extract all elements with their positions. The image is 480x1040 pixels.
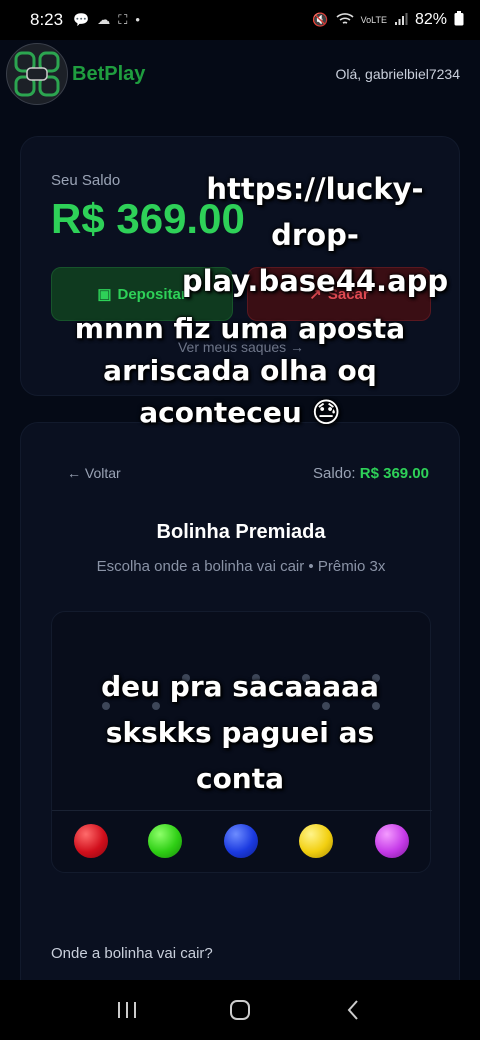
- home-button[interactable]: [220, 990, 260, 1030]
- recent-apps-icon: [117, 1002, 136, 1018]
- url-overlay-text: https://lucky-drop-play.base44.app: [181, 172, 449, 298]
- app-screen: BetPlay Olá, gabrielbiel7234 Seu Saldo R…: [0, 40, 480, 980]
- recent-apps-button[interactable]: [107, 990, 147, 1030]
- back-link[interactable]: ← Voltar: [67, 465, 121, 481]
- dot-icon: •: [135, 12, 140, 27]
- game-title: Bolinha Premiada: [156, 521, 326, 543]
- caption-overlay-top: mnnn fiz uma aposta arriscada olha oq ac…: [74, 312, 406, 429]
- slot-ball-blue: [224, 824, 258, 858]
- cloud-icon: ☁: [97, 12, 111, 27]
- battery-icon: [454, 11, 464, 29]
- battery-level: 82%: [414, 11, 447, 28]
- game-balance: Saldo: R$ 369.00: [313, 465, 429, 482]
- app-header: BetPlay Olá, gabrielbiel7234: [0, 40, 480, 108]
- signal-icon: [394, 12, 408, 29]
- back-button[interactable]: [333, 990, 373, 1030]
- message-icon: 💬: [73, 12, 90, 27]
- game-subtitle: Escolha onde a bolinha vai cair • Prêmio…: [96, 558, 386, 575]
- back-chevron-icon: [347, 1000, 359, 1020]
- gamepad-logo-icon: [14, 51, 60, 97]
- mute-icon: 🔇: [312, 12, 329, 27]
- app-logo[interactable]: [6, 43, 68, 105]
- slot-ball-yellow: [299, 824, 333, 858]
- screenshot-icon: ⛶: [118, 12, 128, 27]
- lte-icon: VoLTE: [360, 14, 387, 25]
- slot-ball-green: [148, 824, 182, 858]
- slot-ball-red: [74, 824, 108, 858]
- game-balance-label: Saldo:: [313, 465, 356, 482]
- status-bar: 8:23 💬 ☁ ⛶ • 🔇 VoLTE 82%: [0, 0, 480, 40]
- board-divider: [52, 810, 432, 811]
- balance-label: Seu Saldo: [51, 172, 121, 189]
- home-icon: [229, 1000, 250, 1020]
- choose-label: Onde a bolinha vai cair?: [51, 945, 213, 962]
- user-greeting: Olá, gabrielbiel7234: [335, 66, 460, 82]
- slot-ball-purple: [375, 824, 409, 858]
- caption-overlay-middle: deu pra sacaaaaa skskks paguei as conta: [101, 670, 379, 795]
- game-balance-value: R$ 369.00: [359, 465, 429, 482]
- brand-name: BetPlay: [72, 62, 146, 85]
- wifi-icon: [336, 12, 354, 29]
- wallet-icon: ▣: [97, 286, 112, 303]
- system-nav-bar: [0, 980, 480, 1040]
- status-time: 8:23: [30, 10, 64, 29]
